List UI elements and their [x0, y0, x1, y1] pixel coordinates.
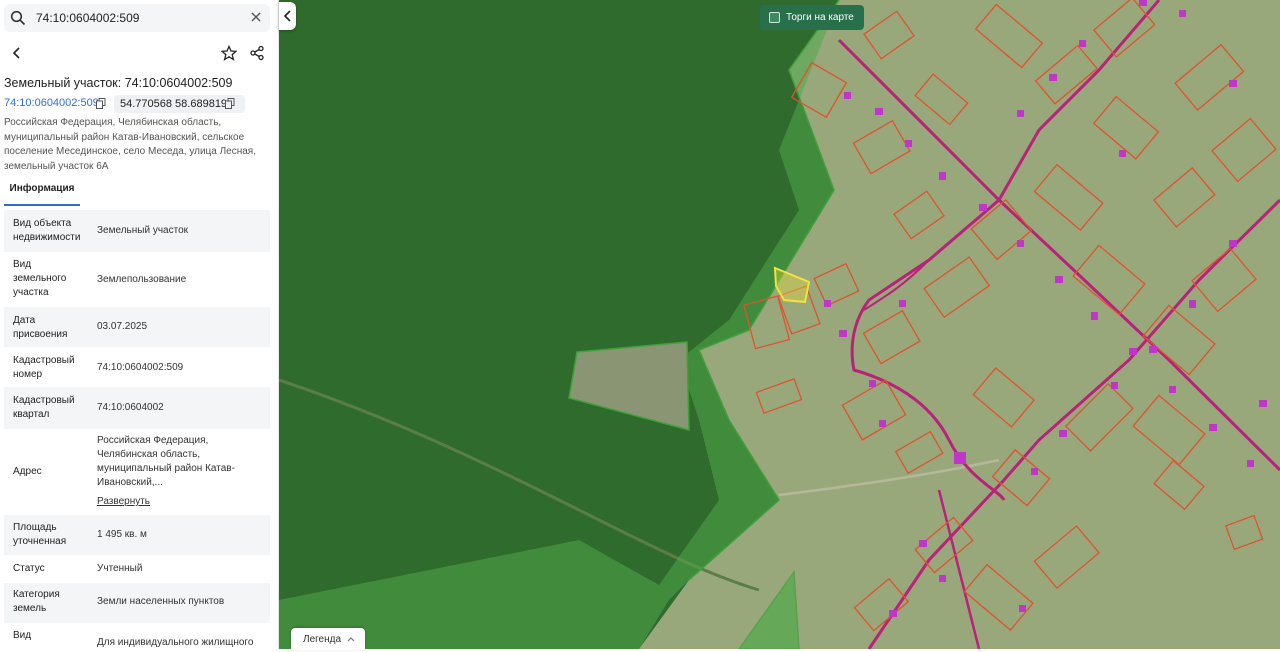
satellite-map[interactable] [279, 0, 1280, 649]
info-row: Вид Для индивидуального жилищного [4, 623, 270, 649]
copy-icon[interactable] [225, 98, 235, 109]
page-title: Земельный участок: 74:10:0604002:509 [4, 76, 233, 90]
row-label: Кадастровый квартал [13, 395, 75, 420]
map-canvas[interactable] [279, 0, 1280, 649]
row-label: Вид земельного участка [13, 259, 67, 298]
search-icon[interactable] [10, 10, 26, 26]
row-value: 74:10:0604002 [97, 402, 164, 413]
row-value: 74:10:0604002:509 [97, 362, 184, 373]
row-value: Землепользование [97, 274, 187, 285]
search-input[interactable]: 74:10:0604002:509 [36, 11, 139, 25]
row-value: Учтенный [97, 563, 143, 574]
row-value: Для индивидуального жилищного [97, 637, 254, 648]
legend-label: Легенда [303, 634, 342, 645]
info-row: Статус Учтенный [4, 555, 270, 583]
chevron-left-icon[interactable] [279, 2, 296, 30]
star-icon[interactable] [221, 45, 237, 61]
row-value: Земли населенных пунктов [97, 596, 225, 607]
close-icon[interactable] [248, 9, 264, 25]
collapse-panel-button[interactable] [279, 2, 296, 30]
tab-information[interactable]: Информация [4, 178, 80, 206]
row-label: Вид объекта недвижимости [13, 218, 81, 243]
back-arrow-icon[interactable] [9, 45, 25, 61]
info-row: Категория земель Земли населенных пункто… [4, 583, 270, 623]
legend-button[interactable]: Легенда [291, 628, 365, 650]
info-row: Кадастровый квартал 74:10:0604002 [4, 387, 270, 429]
info-row: Площадь уточненная 1 495 кв. м [4, 515, 270, 555]
info-panel: 74:10:0604002:509 Земельный участок: 74:… [0, 0, 279, 649]
info-row: Дата присвоения 03.07.2025 [4, 307, 270, 347]
info-row: Вид земельного участка Землепользование [4, 252, 270, 307]
address-text: Российская Федерация, Челябинская област… [4, 117, 256, 172]
auction-toggle-button[interactable]: Торги на карте [760, 5, 864, 30]
cadastral-number-link[interactable]: 74:10:0604002:509 [4, 97, 99, 109]
row-value: 03.07.2025 [97, 321, 148, 332]
expand-address-link[interactable]: Развернуть [97, 495, 150, 509]
search-bar[interactable]: 74:10:0604002:509 [4, 4, 270, 32]
info-row: Адрес Российская Федерация, Челябинская … [4, 429, 270, 515]
row-value: 1 495 кв. м [97, 529, 147, 540]
row-label: Площадь уточненная [13, 522, 67, 547]
info-row: Вид объекта недвижимости Земельный участ… [4, 210, 270, 252]
share-icon[interactable] [249, 45, 265, 61]
row-label: Дата присвоения [13, 315, 68, 340]
row-label: Статус [13, 563, 45, 574]
checkbox-icon[interactable] [769, 12, 780, 23]
row-label: Кадастровый номер [13, 355, 75, 380]
chevron-up-icon [347, 637, 355, 642]
copy-icon[interactable] [96, 98, 106, 109]
row-value: Земельный участок [97, 225, 189, 236]
info-row: Кадастровый номер 74:10:0604002:509 [4, 347, 270, 387]
row-value: Российская Федерация, Челябинская област… [97, 435, 235, 488]
row-label: Категория земель [13, 589, 60, 614]
row-label: Вид [13, 630, 32, 641]
row-label: Адрес [13, 466, 42, 477]
auction-toggle-label: Торги на карте [786, 12, 854, 23]
